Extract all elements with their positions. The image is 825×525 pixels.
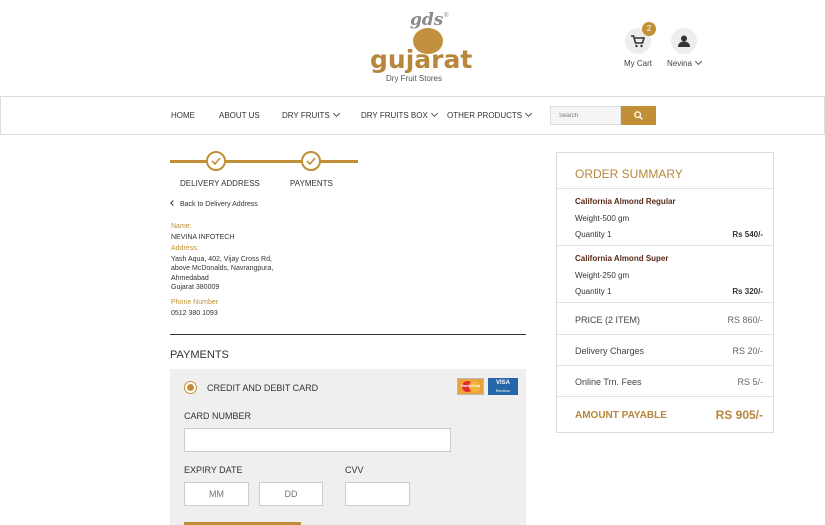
cart-label: My Cart: [624, 59, 652, 68]
expiry-date-label: EXPIRY DATE: [184, 465, 243, 475]
radio-dot: [187, 384, 194, 391]
card-payment-radio[interactable]: [184, 381, 197, 394]
online-fees-value: RS 5/-: [737, 377, 763, 387]
user-name: Nevina: [667, 59, 692, 68]
address-line: Gujarat 380009: [171, 284, 220, 291]
expiry-month-input[interactable]: [184, 482, 249, 506]
nav-about-us[interactable]: ABOUT US: [219, 111, 260, 120]
nav-dry-fruits-box-label: DRY FRUITS BOX: [361, 111, 428, 120]
stepper-line: [170, 160, 358, 163]
summary-divider: [557, 365, 773, 366]
site-header: gds ® gujarat Dry Fruit Stores 2 My Cart…: [0, 0, 825, 96]
chevron-left-icon: [170, 200, 176, 206]
delivery-charges-value: RS 20/-: [732, 346, 763, 356]
nav-dry-fruits-label: DRY FRUITS: [282, 111, 330, 120]
summary-divider: [557, 245, 773, 246]
step-payment-node[interactable]: [301, 151, 321, 171]
summary-divider: [557, 334, 773, 335]
step-payment-label: PAYMENTS: [290, 179, 333, 188]
user-icon-wrap: [671, 28, 697, 54]
expiry-day-input[interactable]: [259, 482, 323, 506]
item-quantity: Quantity 1: [575, 287, 612, 296]
customer-name: NEVINA INFOTECH: [171, 234, 235, 241]
delivery-address-block: Name: NEVINA INFOTECH Address: Yash Aqua…: [171, 223, 351, 318]
summary-divider: [557, 188, 773, 189]
search-button[interactable]: [621, 106, 656, 125]
step-delivery-node[interactable]: [206, 151, 226, 171]
address-line: Yash Aqua, 402, Vijay Cross Rd,: [171, 255, 272, 263]
chevron-down-icon: [332, 109, 340, 118]
logo-wordmark: gujarat: [370, 45, 473, 74]
nav-dry-fruits[interactable]: DRY FRUITS: [282, 109, 340, 120]
address-label: Address:: [171, 244, 199, 252]
price-total-label: PRICE (2 ITEM): [575, 315, 641, 325]
visa-electron-icon: VISA Electron: [488, 378, 518, 395]
delivery-charges-label: Delivery Charges: [575, 346, 645, 356]
cvv-input[interactable]: [345, 482, 410, 506]
nav-dry-fruits-box[interactable]: DRY FRUITS BOX: [361, 109, 438, 120]
item-weight: Weight-250 gm: [575, 271, 630, 280]
summary-divider: [557, 396, 773, 397]
price-total-value: RS 860/-: [727, 315, 763, 325]
online-fees-label: Online Trn. Fees: [575, 377, 642, 387]
user-menu-button[interactable]: Nevina: [666, 28, 702, 68]
check-icon: [306, 157, 316, 165]
item-name[interactable]: California Almond Regular: [575, 197, 676, 206]
order-summary-title: ORDER SUMMARY: [575, 167, 683, 181]
item-name[interactable]: California Almond Super: [575, 254, 669, 263]
nav-other-products-label: OTHER PRODUCTS: [447, 111, 523, 120]
checkout-stepper: DELIVERY ADDRESS PAYMENTS: [170, 150, 360, 190]
check-icon: [211, 157, 221, 165]
amount-payable-value: RS 905/-: [715, 408, 763, 422]
mastercard-label: MasterCard: [460, 384, 481, 388]
item-quantity: Quantity 1: [575, 230, 612, 239]
my-cart-button[interactable]: 2 My Cart: [622, 22, 656, 68]
item-price: Rs 320/-: [732, 287, 763, 296]
item-weight: Weight-500 gm: [575, 214, 630, 223]
name-label: Name:: [171, 223, 192, 230]
amount-payable-label: AMOUNT PAYABLE: [575, 410, 667, 421]
payment-panel: CREDIT AND DEBIT CARD MasterCard VISA Ele…: [170, 369, 526, 525]
mastercard-icon: MasterCard: [457, 378, 484, 395]
logo-gds-text: gds: [410, 10, 444, 30]
back-to-delivery-link[interactable]: Back to Delivery Address: [170, 200, 258, 208]
section-divider: [170, 334, 526, 335]
phone-number: 0512 380 1093: [171, 309, 218, 317]
summary-divider: [557, 302, 773, 303]
chevron-down-icon: [430, 109, 438, 118]
user-name-label: Nevina: [666, 57, 702, 68]
step-delivery-label: DELIVERY ADDRESS: [180, 179, 260, 188]
address-line: above McDonalds, Navrangpura,: [171, 265, 274, 272]
address-line: Ahmedabad: [171, 274, 209, 282]
back-link-label: Back to Delivery Address: [180, 201, 258, 208]
nav-home[interactable]: HOME: [171, 111, 195, 120]
cvv-label: CVV: [345, 465, 364, 475]
phone-label: Phone Number: [171, 298, 219, 306]
card-payment-label: CREDIT AND DEBIT CARD: [207, 383, 319, 393]
chevron-down-icon: [694, 57, 702, 66]
logo-subtitle: Dry Fruit Stores: [386, 74, 443, 83]
logo-trademark: ®: [444, 13, 449, 19]
main-nav: HOME ABOUT US DRY FRUITS DRY FRUITS BOX …: [0, 96, 825, 135]
cart-icon: [631, 34, 645, 47]
nav-other-products[interactable]: OTHER PRODUCTS: [447, 109, 533, 120]
search-icon: [634, 111, 643, 120]
card-number-label: CARD NUMBER: [184, 411, 252, 421]
visa-sub-label: Electron: [495, 388, 511, 393]
payments-heading: PAYMENTS: [170, 349, 229, 361]
item-price: Rs 540/-: [732, 230, 763, 239]
order-summary-card: ORDER SUMMARY California Almond Regular …: [556, 152, 774, 433]
search-input[interactable]: [550, 106, 621, 125]
visa-label: VISA: [495, 380, 510, 386]
card-number-input[interactable]: [184, 428, 451, 452]
gds-gujarat-logo[interactable]: gds ® gujarat Dry Fruit Stores: [368, 10, 472, 86]
chevron-down-icon: [525, 109, 533, 118]
user-icon: [678, 35, 690, 47]
cart-count-badge: 2: [642, 22, 656, 36]
